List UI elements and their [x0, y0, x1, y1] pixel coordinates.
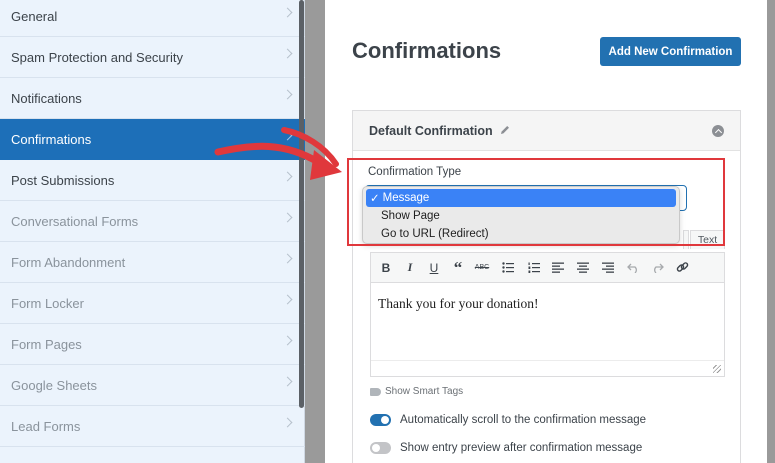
confirmation-header[interactable]: Default Confirmation	[353, 111, 740, 151]
editor-statusbar	[371, 360, 724, 376]
sidebar-item-general[interactable]: General	[0, 0, 305, 37]
underline-icon[interactable]: U	[422, 253, 446, 282]
toggle-row-auto-scroll: Automatically scroll to the confirmation…	[370, 414, 646, 426]
align-center-icon[interactable]	[571, 253, 595, 282]
pencil-icon[interactable]	[499, 124, 511, 136]
annotation-arrow-icon	[214, 127, 342, 180]
chevron-right-icon	[282, 376, 293, 387]
sidebar-item-label: Notifications	[11, 90, 82, 106]
chevron-right-icon	[282, 294, 293, 305]
page-title: Confirmations	[352, 38, 502, 63]
collapse-icon[interactable]	[712, 125, 724, 137]
entry-preview-toggle[interactable]	[370, 442, 391, 454]
toggle-row-entry-preview: Show entry preview after confirmation me…	[370, 442, 642, 454]
chevron-right-icon	[282, 212, 293, 223]
toggle-label: Show entry preview after confirmation me…	[400, 442, 643, 454]
sidebar-item-label: Post Submissions	[11, 172, 115, 188]
undo-icon[interactable]	[621, 253, 645, 282]
sidebar-item-form-pages[interactable]: Form Pages	[0, 324, 305, 365]
smart-tags-label: Show Smart Tags	[385, 386, 464, 397]
bullet-list-icon[interactable]	[496, 253, 520, 282]
settings-sidebar: General Spam Protection and Security Not…	[0, 0, 305, 463]
sidebar-item-label: Form Locker	[11, 295, 84, 311]
editor-toolbar: B I U “ ABC	[370, 252, 725, 283]
chevron-right-icon	[282, 335, 293, 346]
sidebar-item-label: Lead Forms	[11, 418, 81, 434]
redo-icon[interactable]	[645, 253, 669, 282]
sidebar-item-google-sheets[interactable]: Google Sheets	[0, 365, 305, 406]
show-smart-tags-link[interactable]: Show Smart Tags	[370, 386, 463, 397]
toggle-label: Automatically scroll to the confirmation…	[400, 414, 647, 426]
message-editor[interactable]: Thank you for your donation!	[370, 283, 725, 377]
confirmation-title: Default Confirmation	[369, 124, 493, 138]
annotation-highlight-box	[347, 158, 725, 246]
sidebar-item-label: Google Sheets	[11, 377, 98, 393]
add-new-confirmation-button[interactable]: Add New Confirmation	[600, 37, 741, 66]
chevron-right-icon	[282, 253, 293, 264]
bold-icon[interactable]: B	[374, 253, 398, 282]
link-icon[interactable]	[670, 253, 694, 282]
sidebar-item-label: General	[11, 8, 58, 24]
chevron-right-icon	[282, 89, 293, 100]
blockquote-icon[interactable]: “	[446, 253, 470, 282]
sidebar-item-label: Spam Protection and Security	[11, 49, 183, 65]
sidebar-item-spam-protection[interactable]: Spam Protection and Security	[0, 37, 305, 78]
sidebar-item-lead-forms[interactable]: Lead Forms	[0, 406, 305, 447]
numbered-list-icon[interactable]	[522, 253, 546, 282]
align-left-icon[interactable]	[546, 253, 570, 282]
sidebar-item-label: Conversational Forms	[11, 213, 139, 229]
chevron-right-icon	[282, 48, 293, 59]
strikethrough-icon[interactable]: ABC	[470, 253, 494, 282]
chevron-right-icon	[282, 7, 293, 18]
editor-content[interactable]: Thank you for your donation!	[378, 296, 538, 312]
auto-scroll-toggle[interactable]	[370, 414, 391, 426]
resize-handle-icon[interactable]	[713, 365, 721, 373]
sidebar-item-label: Form Abandonment	[11, 254, 126, 270]
sidebar-scrollbar[interactable]	[299, 0, 304, 408]
sidebar-item-label: Confirmations	[11, 131, 92, 147]
sidebar-item-conversational-forms[interactable]: Conversational Forms	[0, 201, 305, 242]
sidebar-item-label: Form Pages	[11, 336, 82, 352]
tag-icon	[370, 387, 381, 396]
chevron-right-icon	[282, 417, 293, 428]
italic-icon[interactable]: I	[398, 253, 422, 282]
sidebar-item-form-abandonment[interactable]: Form Abandonment	[0, 242, 305, 283]
sidebar-item-form-locker[interactable]: Form Locker	[0, 283, 305, 324]
align-right-icon[interactable]	[596, 253, 620, 282]
sidebar-item-notifications[interactable]: Notifications	[0, 78, 305, 119]
